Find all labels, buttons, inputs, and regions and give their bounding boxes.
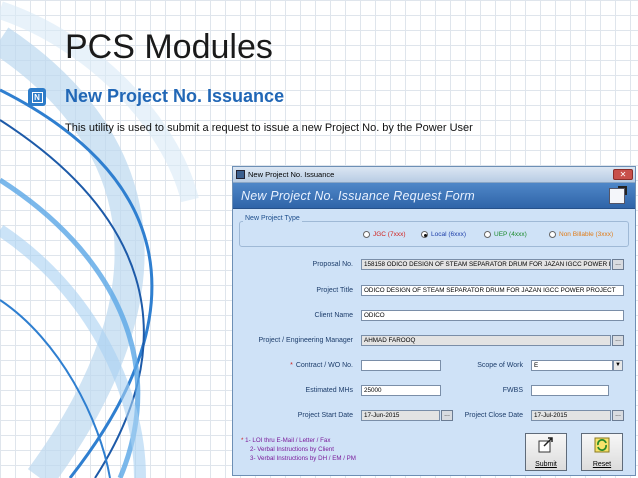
slide-description: This utility is used to submit a request… — [65, 122, 473, 134]
radio-jgc-dot[interactable] — [363, 231, 370, 238]
radio-jgc[interactable]: JGC (7xxx) — [363, 231, 406, 238]
note-line-3: 3- Verbal Instructions by DH / EM / PM — [250, 455, 356, 462]
export-icon[interactable] — [609, 185, 627, 204]
reset-label: Reset — [592, 461, 612, 468]
mhs-field[interactable]: 25000 — [361, 385, 441, 396]
radio-jgc-label: JGC (7xxx) — [373, 231, 406, 238]
window-title: New Project No. Issuance — [248, 170, 335, 179]
proposal-browse-button[interactable]: ... — [612, 259, 624, 270]
submit-icon — [538, 437, 553, 453]
radio-local[interactable]: Local (6xxx) — [421, 231, 466, 238]
manager-field[interactable]: AHMAD FAROOQ — [361, 335, 611, 346]
close-date-field[interactable]: 17-Jul-2015 — [531, 410, 611, 421]
decorative-swoosh — [0, 1, 199, 478]
fwbs-field[interactable] — [531, 385, 609, 396]
request-form-window: New Project No. Issuance ✕ New Project N… — [232, 166, 636, 476]
reset-button[interactable]: Reset — [581, 433, 623, 471]
manager-browse-button[interactable]: ... — [612, 335, 624, 346]
radio-non-billable-dot[interactable] — [549, 231, 556, 238]
slide-title: PCS Modules — [65, 28, 273, 66]
note-line-2: 2- Verbal Instructions by Client — [250, 446, 334, 453]
radio-local-label: Local (6xxx) — [431, 231, 467, 238]
contract-field[interactable] — [361, 360, 441, 371]
bullet-icon: N — [28, 88, 46, 106]
contract-label: * Contract / WO No. — [253, 362, 353, 369]
project-title-label: Project Title — [316, 287, 353, 294]
close-button[interactable]: ✕ — [613, 169, 633, 180]
form-header-title: New Project No. Issuance Request Form — [241, 188, 475, 203]
form-header: New Project No. Issuance Request Form — [233, 183, 635, 209]
radio-non-billable[interactable]: Non Billable (3xxx) — [549, 231, 613, 238]
start-date-field[interactable]: 17-Jun-2015 — [361, 410, 440, 421]
app-icon — [236, 170, 245, 179]
scope-select[interactable]: E — [531, 360, 613, 371]
submit-button[interactable]: Submit — [525, 433, 567, 471]
project-title-field[interactable]: ODICO DESIGN OF STEAM SEPARATOR DRUM FOR… — [361, 285, 624, 296]
fwbs-label: FWBS — [502, 387, 523, 394]
project-type-legend: New Project Type — [243, 215, 302, 222]
radio-uep-label: UEP (4xxx) — [494, 231, 527, 238]
proposal-no-label: Proposal No. — [312, 261, 353, 268]
slide-subtitle: New Project No. Issuance — [65, 86, 285, 106]
reset-icon — [594, 437, 610, 453]
note-line-1-text: 1- LOI thru E-Mail / Letter / Fax — [245, 437, 331, 444]
manager-label: Project / Engineering Manager — [258, 337, 353, 344]
radio-local-dot[interactable] — [421, 231, 428, 238]
client-name-field[interactable]: ODICO — [361, 310, 624, 321]
close-date-picker-button[interactable]: ... — [612, 410, 624, 421]
proposal-no-field[interactable]: 158158 ODICO DESIGN OF STEAM SEPARATOR D… — [361, 259, 611, 270]
scope-label: Scope of Work — [477, 362, 523, 369]
scope-dropdown-arrow[interactable]: ▼ — [613, 360, 623, 371]
radio-uep-dot[interactable] — [484, 231, 491, 238]
radio-uep[interactable]: UEP (4xxx) — [484, 231, 527, 238]
window-titlebar: New Project No. Issuance ✕ — [233, 167, 635, 183]
required-mark: * — [290, 362, 293, 369]
radio-non-billable-label: Non Billable (3xxx) — [559, 231, 614, 238]
mhs-label: Estimated MHs — [305, 387, 353, 394]
client-name-label: Client Name — [314, 312, 353, 319]
contract-label-text: Contract / WO No. — [295, 362, 353, 369]
note-line-1: * 1- LOI thru E-Mail / Letter / Fax — [241, 437, 330, 444]
submit-label: Submit — [535, 461, 557, 468]
close-date-label: Project Close Date — [464, 412, 523, 419]
start-date-label: Project Start Date — [297, 412, 353, 419]
note-star: * — [241, 437, 244, 444]
